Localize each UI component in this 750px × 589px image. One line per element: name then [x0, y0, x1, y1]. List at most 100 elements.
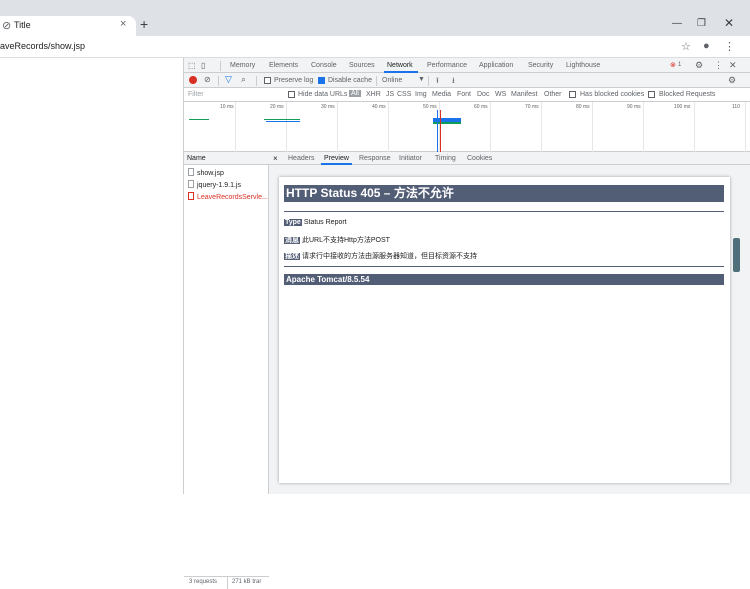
- tab-response[interactable]: Response: [359, 155, 391, 162]
- tab-performance[interactable]: Performance: [427, 62, 467, 69]
- error-page-title: HTTP Status 405 – 方法不允许: [284, 185, 724, 202]
- message-line: 消息 此URL不支持Http方法POST: [284, 235, 390, 245]
- filter-type-font[interactable]: Font: [457, 91, 471, 98]
- tab-network[interactable]: Network: [387, 62, 413, 69]
- disable-cache-label: Disable cache: [328, 77, 372, 84]
- request-row[interactable]: jquery-1.9.1.js: [188, 180, 241, 189]
- timeline-tick-label: 100 ms: [674, 104, 691, 110]
- error-count: 1: [678, 62, 682, 68]
- timeline-gridline: [388, 102, 389, 152]
- more-options-icon[interactable]: ⋮: [714, 60, 723, 71]
- message-label: 消息: [284, 237, 300, 244]
- document-icon: [188, 168, 194, 176]
- tab-elements[interactable]: Elements: [269, 62, 298, 69]
- error-icon[interactable]: ⊗: [670, 61, 676, 69]
- request-name: LeaveRecordsServle...: [197, 194, 268, 201]
- close-detail-button[interactable]: ×: [273, 154, 278, 163]
- detail-tabs-row: × Headers Preview Response Initiator Tim…: [269, 152, 750, 165]
- tab-application[interactable]: Application: [479, 62, 513, 69]
- preserve-log-label: Preserve log: [274, 77, 314, 84]
- filter-type-js[interactable]: JS: [386, 91, 394, 98]
- timeline-request-bar: [266, 121, 300, 122]
- minimize-icon[interactable]: —: [672, 18, 682, 29]
- request-name: show.jsp: [197, 170, 224, 177]
- filter-type-ws[interactable]: WS: [495, 91, 506, 98]
- tab-initiator[interactable]: Initiator: [399, 155, 422, 162]
- timeline-tick-label: 110: [732, 104, 740, 110]
- filter-type-media[interactable]: Media: [432, 91, 451, 98]
- timeline-gridline: [694, 102, 695, 152]
- inspect-icon[interactable]: ⬚: [188, 61, 196, 70]
- blocked-requests-checkbox[interactable]: [648, 91, 655, 98]
- timeline-tick-label: 90 ms: [627, 104, 641, 110]
- restore-icon[interactable]: ❐: [697, 18, 706, 29]
- tab-timing[interactable]: Timing: [435, 155, 456, 162]
- import-icon[interactable]: ⭱: [436, 75, 439, 89]
- request-row[interactable]: show.jsp: [188, 168, 224, 177]
- type-line: Type Status Report: [284, 219, 347, 226]
- request-row-error[interactable]: LeaveRecordsServle...: [188, 192, 268, 201]
- search-icon[interactable]: ⌕: [241, 74, 246, 85]
- star-icon[interactable]: ☆: [681, 40, 691, 53]
- preserve-log-checkbox[interactable]: [264, 77, 271, 84]
- tab-headers[interactable]: Headers: [288, 155, 314, 162]
- divider: [284, 266, 724, 267]
- device-toggle-icon[interactable]: ▯: [201, 61, 205, 70]
- tab-preview[interactable]: Preview: [324, 155, 349, 162]
- clear-icon[interactable]: ⊘: [204, 75, 211, 84]
- filter-type-other[interactable]: Other: [544, 91, 562, 98]
- hide-data-urls-checkbox[interactable]: [288, 91, 295, 98]
- document-icon: [188, 192, 194, 200]
- type-value: Status Report: [303, 219, 347, 226]
- timeline-gridline: [745, 102, 746, 152]
- request-detail-pane: × Headers Preview Response Initiator Tim…: [269, 152, 750, 494]
- timeline-request-bar: [264, 119, 300, 120]
- name-header-label: Name: [187, 155, 206, 162]
- tab-console[interactable]: Console: [311, 62, 337, 69]
- filter-input[interactable]: Filter: [188, 91, 204, 98]
- record-icon[interactable]: [189, 76, 197, 84]
- filter-type-all[interactable]: All: [349, 90, 361, 97]
- disable-cache-checkbox[interactable]: [318, 77, 325, 84]
- export-icon[interactable]: ⭳: [452, 75, 455, 89]
- browser-tab[interactable]: ⊘ Title ×: [0, 16, 136, 36]
- menu-icon[interactable]: ⋮: [724, 40, 735, 53]
- account-icon[interactable]: ●: [703, 40, 710, 52]
- scrollbar-thumb[interactable]: [733, 238, 740, 272]
- chevron-down-icon: ▼: [418, 76, 425, 83]
- blocked-requests-label: Blocked Requests: [659, 91, 716, 98]
- tab-lighthouse[interactable]: Lighthouse: [566, 62, 600, 69]
- active-detail-tab-indicator: [321, 163, 352, 165]
- devtools-tabs-row: ⬚ ▯ Memory Elements Console Sources Netw…: [184, 58, 750, 73]
- tab-security[interactable]: Security: [528, 62, 553, 69]
- address-bar: aveRecords/show.jsp ☆ ● ⋮: [0, 36, 750, 58]
- url-field[interactable]: aveRecords/show.jsp: [0, 41, 85, 51]
- separator: [376, 76, 377, 86]
- timeline-tick-label: 70 ms: [525, 104, 539, 110]
- timeline-gridline: [235, 102, 236, 152]
- transferred-size: 271 kB trar: [232, 579, 262, 585]
- hide-data-urls-label: Hide data URLs: [298, 91, 348, 98]
- timeline-tick-label: 50 ms: [423, 104, 437, 110]
- new-tab-button[interactable]: +: [140, 16, 148, 32]
- tab-memory[interactable]: Memory: [230, 62, 255, 69]
- tab-sources[interactable]: Sources: [349, 62, 375, 69]
- filter-type-xhr[interactable]: XHR: [366, 91, 381, 98]
- timeline-overview[interactable]: 10 ms 20 ms 30 ms 40 ms 50 ms 60 ms 70 m…: [184, 102, 750, 152]
- throttle-select[interactable]: Online: [382, 77, 402, 84]
- has-blocked-cookies-checkbox[interactable]: [569, 91, 576, 98]
- filter-icon[interactable]: ▽: [225, 74, 232, 85]
- close-devtools-icon[interactable]: ✕: [729, 60, 737, 71]
- filter-type-doc[interactable]: Doc: [477, 91, 489, 98]
- timeline-gridline: [286, 102, 287, 152]
- close-window-icon[interactable]: ✕: [724, 16, 734, 30]
- filter-type-img[interactable]: Img: [415, 91, 427, 98]
- tab-cookies[interactable]: Cookies: [467, 155, 492, 162]
- name-column-header[interactable]: Name: [184, 152, 269, 165]
- tab-close-button[interactable]: ×: [120, 18, 126, 30]
- has-blocked-cookies-label: Has blocked cookies: [580, 91, 645, 98]
- settings-icon[interactable]: ⚙: [695, 60, 703, 71]
- filter-type-manifest[interactable]: Manifest: [511, 91, 537, 98]
- filter-type-css[interactable]: CSS: [397, 91, 411, 98]
- network-settings-icon[interactable]: ⚙: [728, 75, 736, 86]
